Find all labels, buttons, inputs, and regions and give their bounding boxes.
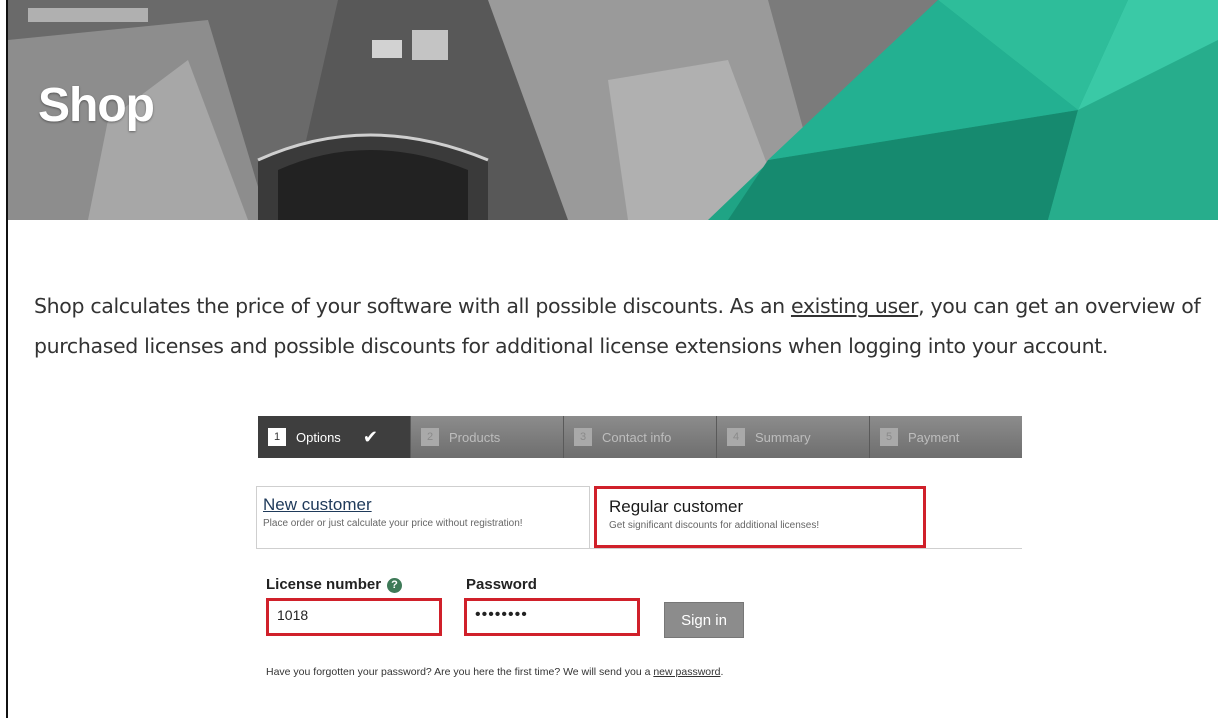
tab-new-customer[interactable]: New customer Place order or just calcula… <box>256 486 590 548</box>
intro-text-start: Shop calculates the price of your softwa… <box>34 294 791 318</box>
step-label: Summary <box>755 429 811 445</box>
checkout-steps: 1 Options ✔ 2 Products 3 Contact info 4 … <box>258 416 1022 458</box>
tab-description: Get significant discounts for additional… <box>609 520 820 531</box>
step-label: Products <box>449 429 501 445</box>
step-label: Payment <box>908 429 960 445</box>
forgot-end: . <box>720 666 724 678</box>
step-number: 1 <box>268 428 286 446</box>
existing-user-link[interactable]: existing user <box>791 294 919 318</box>
step-payment[interactable]: 5 Payment <box>870 416 1022 458</box>
forgot-password-text: Have you forgotten your password? Are yo… <box>266 666 723 678</box>
license-label-text: License number <box>266 576 382 593</box>
sign-in-button[interactable]: Sign in <box>664 602 744 638</box>
step-contact-info[interactable]: 3 Contact info <box>564 416 717 458</box>
step-label: Contact info <box>602 429 672 445</box>
step-number: 3 <box>574 428 592 446</box>
license-number-label: License number? <box>266 576 403 593</box>
step-products[interactable]: 2 Products <box>411 416 564 458</box>
hero-image <box>8 0 1218 220</box>
password-input[interactable]: •••••••• <box>464 598 640 636</box>
tab-title: Regular customer <box>609 497 744 516</box>
tab-description: Place order or just calculate your price… <box>263 518 523 529</box>
step-options[interactable]: 1 Options ✔ <box>258 416 411 458</box>
customer-tabs: New customer Place order or just calcula… <box>256 486 1022 549</box>
step-number: 2 <box>421 428 439 446</box>
hero-banner: Shop <box>8 0 1218 220</box>
step-summary[interactable]: 4 Summary <box>717 416 870 458</box>
step-number: 5 <box>880 428 898 446</box>
checkmark-icon: ✔ <box>362 426 378 447</box>
help-icon[interactable]: ? <box>387 577 403 593</box>
tab-regular-customer[interactable]: Regular customer Get significant discoun… <box>594 486 926 548</box>
license-number-input[interactable]: 1018 <box>266 598 442 636</box>
forgot-text: Have you forgotten your password? Are yo… <box>266 666 654 678</box>
step-number: 4 <box>727 428 745 446</box>
intro-paragraph: Shop calculates the price of your softwa… <box>34 286 1204 366</box>
page-title: Shop <box>38 79 155 132</box>
step-label: Options <box>296 429 341 445</box>
password-label: Password <box>466 576 537 593</box>
tab-title: New customer <box>263 495 372 514</box>
new-password-link[interactable]: new password <box>653 666 720 678</box>
